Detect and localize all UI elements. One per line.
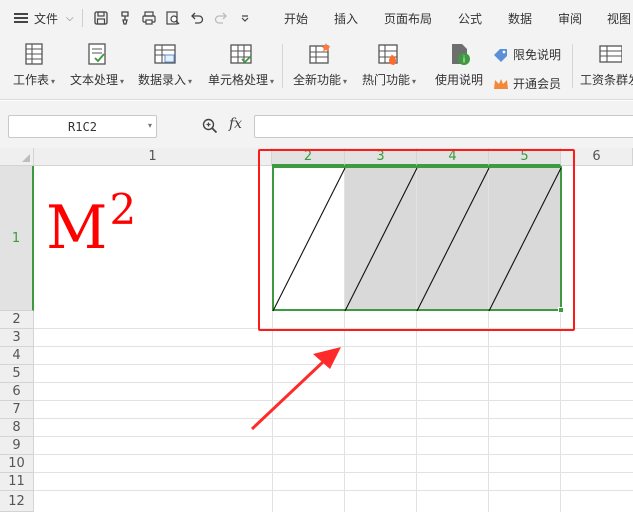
file-menu-label: 文件 xyxy=(34,11,59,26)
customize-toolbar-button[interactable] xyxy=(233,6,257,30)
grid-line xyxy=(34,400,633,401)
grid-line xyxy=(34,472,633,473)
data-entry-icon xyxy=(154,44,176,64)
zoom-icon[interactable] xyxy=(202,118,218,134)
grid-line xyxy=(34,490,633,491)
annotation-arrow-icon xyxy=(250,347,341,431)
worksheet-button[interactable]: 工作表 ▾ xyxy=(13,42,55,88)
name-box[interactable]: R1C2 ▾ xyxy=(8,115,157,138)
payroll-button[interactable]: 工资条群发 xyxy=(580,42,633,88)
formula-bar: R1C2 ▾ fx xyxy=(0,101,633,148)
text-process-button[interactable]: 文本处理 ▾ xyxy=(70,42,124,88)
tab-formulas[interactable]: 公式 xyxy=(458,10,482,27)
cell-process-label: 单元格处理 xyxy=(208,73,269,87)
grid-line xyxy=(272,311,273,512)
menu-bar: 文件 ⌵ xyxy=(0,0,633,36)
data-entry-button[interactable]: 数据录入 ▾ xyxy=(138,42,192,88)
usage-guide-icon: i xyxy=(452,44,470,66)
redo-button[interactable] xyxy=(209,6,233,30)
row-header-12[interactable]: 12 xyxy=(0,491,34,512)
spreadsheet-grid[interactable]: 1 2 3 4 5 6 1 2 3 4 5 6 7 8 9 10 11 12 M… xyxy=(0,148,633,512)
select-all-button[interactable] xyxy=(0,148,34,166)
row-header-4[interactable]: 4 xyxy=(0,347,34,365)
row-header-7[interactable]: 7 xyxy=(0,401,34,419)
membership-button[interactable]: 开通会员 xyxy=(493,75,561,92)
row-header-2[interactable]: 2 xyxy=(0,311,34,329)
row-header-3[interactable]: 3 xyxy=(0,329,34,347)
name-box-value: R1C2 xyxy=(68,119,97,134)
row-header-5[interactable]: 5 xyxy=(0,365,34,383)
grid-line xyxy=(34,454,633,455)
payroll-icon xyxy=(599,45,622,63)
data-entry-label: 数据录入 xyxy=(138,73,187,87)
hamburger-icon xyxy=(14,13,28,23)
annotation-highlight-box xyxy=(258,149,575,331)
tag-icon xyxy=(494,48,507,62)
tab-home[interactable]: 开始 xyxy=(284,10,308,27)
undo-icon xyxy=(190,12,203,24)
grid-line xyxy=(34,382,633,383)
new-feature-button[interactable]: 全新功能 ▾ xyxy=(293,42,347,88)
tab-insert[interactable]: 插入 xyxy=(334,10,358,27)
worksheet-icon xyxy=(25,43,43,65)
row-header-8[interactable]: 8 xyxy=(0,419,34,437)
print-icon xyxy=(142,11,156,25)
grid-line xyxy=(34,418,633,419)
file-menu-button[interactable]: 文件 ⌵ xyxy=(0,0,74,36)
insert-function-button[interactable]: fx xyxy=(229,116,242,132)
cell-a1-text: M2 xyxy=(46,189,136,259)
cell-process-icon xyxy=(230,44,252,64)
crown-icon xyxy=(494,78,508,89)
hot-feature-label: 热门功能 xyxy=(362,73,411,87)
grid-line xyxy=(34,364,633,365)
row-header-6[interactable]: 6 xyxy=(0,383,34,401)
text-process-icon xyxy=(88,43,106,65)
new-feature-icon xyxy=(309,43,331,64)
hot-feature-icon xyxy=(378,44,398,65)
new-feature-label: 全新功能 xyxy=(293,73,342,87)
cell-a1-exponent: 2 xyxy=(109,185,137,234)
formula-input[interactable] xyxy=(254,115,633,138)
limited-free-label: 限免说明 xyxy=(513,48,562,62)
format-painter-icon xyxy=(120,11,129,25)
tab-page-layout[interactable]: 页面布局 xyxy=(384,10,432,27)
usage-guide-button[interactable]: i 使用说明 xyxy=(435,42,483,88)
payroll-label: 工资条群发 xyxy=(580,73,633,87)
ribbon-divider xyxy=(572,44,573,88)
grid-line xyxy=(34,346,633,347)
tab-view[interactable]: 视图 xyxy=(607,10,631,27)
column-header-1[interactable]: 1 xyxy=(34,148,272,166)
row-header-10[interactable]: 10 xyxy=(0,455,34,473)
limited-free-button[interactable]: 限免说明 xyxy=(493,46,561,63)
save-button[interactable] xyxy=(89,6,113,30)
print-button[interactable] xyxy=(137,6,161,30)
print-preview-icon xyxy=(166,11,180,25)
cell-a1-base: M xyxy=(46,193,108,263)
membership-label: 开通会员 xyxy=(513,77,562,91)
menu-divider xyxy=(81,9,83,27)
print-preview-button[interactable] xyxy=(161,6,185,30)
redo-icon xyxy=(214,12,227,24)
cell-process-button[interactable]: 单元格处理 ▾ xyxy=(208,42,274,88)
row-header-9[interactable]: 9 xyxy=(0,437,34,455)
tab-review[interactable]: 审阅 xyxy=(558,10,582,27)
row-header-1[interactable]: 1 xyxy=(0,166,34,311)
ribbon: 工作表 ▾ 文本处理 ▾ 数据录入 ▾ 单元格处理 ▾ 全新功能 ▾ 热门功能 ▾ i 使用… xyxy=(0,36,633,100)
save-icon xyxy=(93,11,108,25)
grid-line xyxy=(34,436,633,437)
usage-guide-label: 使用说明 xyxy=(435,73,484,87)
text-process-label: 文本处理 xyxy=(70,73,119,87)
chevron-down-icon: ⌵ xyxy=(66,12,74,24)
row-header-11[interactable]: 11 xyxy=(0,473,34,491)
svg-text:i: i xyxy=(463,56,466,66)
ribbon-divider xyxy=(282,44,283,88)
tab-data[interactable]: 数据 xyxy=(508,10,532,27)
worksheet-label: 工作表 xyxy=(13,73,50,87)
chevron-down-icon: ▾ xyxy=(147,121,152,130)
format-painter-button[interactable] xyxy=(113,6,137,30)
dropdown-arrow-icon xyxy=(241,15,249,22)
undo-button[interactable] xyxy=(185,6,209,30)
hot-feature-button[interactable]: 热门功能 ▾ xyxy=(362,42,416,88)
